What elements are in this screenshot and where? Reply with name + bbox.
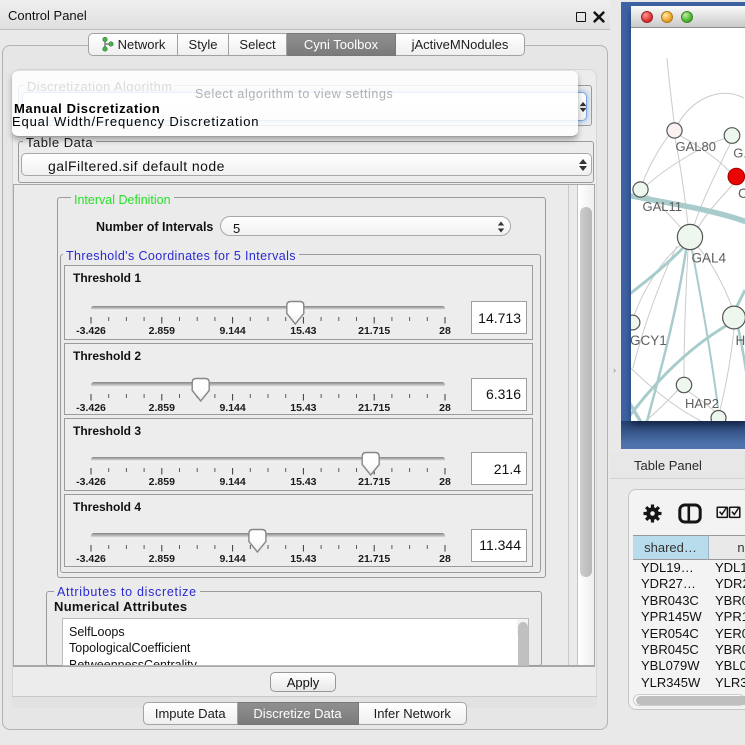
svg-text:15.43: 15.43 (290, 325, 316, 337)
svg-text:2.859: 2.859 (149, 476, 175, 488)
svg-text:21.715: 21.715 (358, 402, 390, 414)
svg-text:GAL11: GAL11 (643, 199, 683, 214)
svg-text:2.859: 2.859 (149, 553, 175, 565)
svg-text:GAL4: GAL4 (692, 251, 727, 266)
svg-text:9.144: 9.144 (219, 476, 245, 488)
svg-text:G.: G. (733, 146, 745, 161)
svg-text:28: 28 (439, 402, 451, 414)
svg-text:-3.426: -3.426 (76, 553, 106, 565)
svg-text:2.859: 2.859 (149, 325, 175, 337)
svg-text:21.715: 21.715 (358, 476, 390, 488)
svg-text:9.144: 9.144 (219, 553, 245, 565)
svg-text:C: C (738, 185, 745, 201)
svg-text:15.43: 15.43 (290, 476, 316, 488)
svg-text:15.43: 15.43 (290, 553, 316, 565)
svg-text:28: 28 (439, 553, 451, 565)
svg-text:H: H (736, 333, 745, 348)
svg-text:HAP2: HAP2 (685, 396, 719, 411)
svg-text:-3.426: -3.426 (76, 402, 106, 414)
svg-text:9.144: 9.144 (219, 325, 245, 337)
svg-text:GCY1: GCY1 (631, 333, 667, 348)
svg-text:21.715: 21.715 (358, 325, 390, 337)
svg-text:15.43: 15.43 (290, 402, 316, 414)
svg-text:-3.426: -3.426 (76, 325, 106, 337)
svg-text:2.859: 2.859 (149, 402, 175, 414)
svg-text:GAL80: GAL80 (676, 139, 716, 154)
svg-text:28: 28 (439, 476, 451, 488)
svg-text:-3.426: -3.426 (76, 476, 106, 488)
svg-text:21.715: 21.715 (358, 553, 390, 565)
svg-text:9.144: 9.144 (219, 402, 245, 414)
svg-text:28: 28 (439, 325, 451, 337)
